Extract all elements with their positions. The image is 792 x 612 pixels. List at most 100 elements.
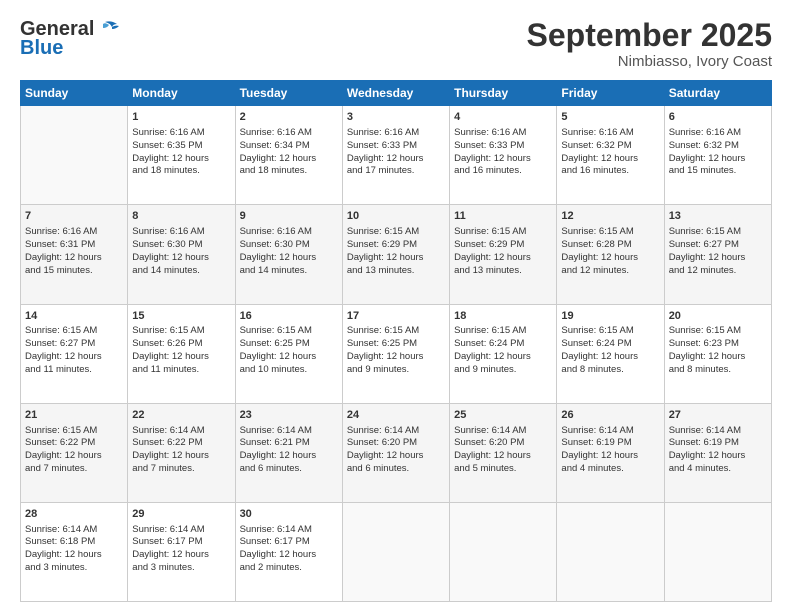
day-info-line: and 13 minutes.	[454, 265, 552, 278]
calendar-cell: 20Sunrise: 6:15 AMSunset: 6:23 PMDayligh…	[664, 304, 771, 403]
calendar-cell: 27Sunrise: 6:14 AMSunset: 6:19 PMDayligh…	[664, 403, 771, 502]
calendar-cell: 3Sunrise: 6:16 AMSunset: 6:33 PMDaylight…	[342, 106, 449, 205]
day-info-line: Sunset: 6:24 PM	[454, 338, 552, 351]
day-number: 27	[669, 408, 767, 423]
day-info-line: and 3 minutes.	[25, 562, 123, 575]
day-info-line: Daylight: 12 hours	[454, 153, 552, 166]
calendar-cell: 18Sunrise: 6:15 AMSunset: 6:24 PMDayligh…	[450, 304, 557, 403]
day-number: 11	[454, 209, 552, 224]
day-info-line: Daylight: 12 hours	[25, 351, 123, 364]
day-info-line: and 18 minutes.	[240, 165, 338, 178]
day-info-line: and 10 minutes.	[240, 364, 338, 377]
day-number: 7	[25, 209, 123, 224]
day-info-line: Sunset: 6:22 PM	[25, 437, 123, 450]
day-info-line: Sunrise: 6:14 AM	[132, 524, 230, 537]
day-info-line: Sunrise: 6:15 AM	[25, 325, 123, 338]
calendar-cell: 4Sunrise: 6:16 AMSunset: 6:33 PMDaylight…	[450, 106, 557, 205]
day-info-line: Sunset: 6:23 PM	[669, 338, 767, 351]
day-info-line: Daylight: 12 hours	[132, 153, 230, 166]
day-info-line: and 6 minutes.	[240, 463, 338, 476]
day-info-line: Daylight: 12 hours	[240, 549, 338, 562]
day-info-line: Sunset: 6:24 PM	[561, 338, 659, 351]
calendar-cell: 11Sunrise: 6:15 AMSunset: 6:29 PMDayligh…	[450, 205, 557, 304]
day-info-line: Sunset: 6:17 PM	[132, 536, 230, 549]
day-info-line: Sunrise: 6:14 AM	[454, 425, 552, 438]
calendar-cell: 9Sunrise: 6:16 AMSunset: 6:30 PMDaylight…	[235, 205, 342, 304]
day-info-line: Sunrise: 6:16 AM	[454, 127, 552, 140]
page: General Blue September 2025 Nimbiasso, I…	[0, 0, 792, 612]
day-info-line: Sunset: 6:32 PM	[561, 140, 659, 153]
day-info-line: Sunset: 6:18 PM	[25, 536, 123, 549]
calendar-week-row: 21Sunrise: 6:15 AMSunset: 6:22 PMDayligh…	[21, 403, 772, 502]
day-info-line: Daylight: 12 hours	[347, 153, 445, 166]
day-number: 14	[25, 309, 123, 324]
day-info-line: Sunset: 6:30 PM	[240, 239, 338, 252]
day-info-line: Sunset: 6:28 PM	[561, 239, 659, 252]
day-info-line: Sunrise: 6:16 AM	[132, 127, 230, 140]
day-info-line: Daylight: 12 hours	[454, 351, 552, 364]
calendar-week-row: 7 Sunrise: 6:16 AMSunset: 6:31 PM Daylight…	[21, 205, 772, 304]
day-info-line: Sunset: 6:33 PM	[347, 140, 445, 153]
day-number: 2	[240, 110, 338, 125]
calendar-cell	[21, 106, 128, 205]
day-info-line: Sunrise: 6:16 AM	[347, 127, 445, 140]
day-info-line: and 6 minutes.	[347, 463, 445, 476]
day-info-line: Sunset: 6:19 PM	[561, 437, 659, 450]
day-info-line: Sunset: 6:27 PM	[25, 338, 123, 351]
day-info-line: and 9 minutes.	[347, 364, 445, 377]
day-info-line: Daylight: 12 hours	[240, 351, 338, 364]
day-info-line: Sunset: 6:27 PM	[669, 239, 767, 252]
header: General Blue September 2025 Nimbiasso, I…	[20, 18, 772, 70]
day-info-line: Sunset: 6:32 PM	[669, 140, 767, 153]
day-info-line: Daylight: 12 hours	[669, 450, 767, 463]
title-area: September 2025 Nimbiasso, Ivory Coast	[527, 18, 772, 70]
calendar-week-row: 28Sunrise: 6:14 AMSunset: 6:18 PMDayligh…	[21, 502, 772, 601]
day-info-line: Sunrise: 6:14 AM	[240, 524, 338, 537]
day-info-line: Daylight: 12 hours	[240, 252, 338, 265]
day-info-line: and 9 minutes.	[454, 364, 552, 377]
day-info-line: Sunset: 6:19 PM	[669, 437, 767, 450]
calendar-cell: 28Sunrise: 6:14 AMSunset: 6:18 PMDayligh…	[21, 502, 128, 601]
calendar-cell: 25Sunrise: 6:14 AMSunset: 6:20 PMDayligh…	[450, 403, 557, 502]
day-info-line: Daylight: 12 hours	[240, 153, 338, 166]
day-info-line: Sunset: 6:31 PM	[25, 239, 123, 252]
day-info-line: Sunset: 6:26 PM	[132, 338, 230, 351]
day-info-line: Sunset: 6:33 PM	[454, 140, 552, 153]
day-info-line: Sunrise: 6:16 AM	[25, 226, 123, 239]
day-info-line: Sunset: 6:34 PM	[240, 140, 338, 153]
calendar-cell: 22Sunrise: 6:14 AMSunset: 6:22 PMDayligh…	[128, 403, 235, 502]
calendar-cell	[342, 502, 449, 601]
day-number: 21	[25, 408, 123, 423]
col-thursday: Thursday	[450, 81, 557, 106]
day-info-line: Sunset: 6:35 PM	[132, 140, 230, 153]
day-info-line: Sunrise: 6:15 AM	[240, 325, 338, 338]
col-monday: Monday	[128, 81, 235, 106]
day-info-line: Daylight: 12 hours	[669, 351, 767, 364]
calendar-cell: 19Sunrise: 6:15 AMSunset: 6:24 PMDayligh…	[557, 304, 664, 403]
day-info-line: and 5 minutes.	[454, 463, 552, 476]
calendar-cell: 1 Sunrise: 6:16 AMSunset: 6:35 PMDaylight…	[128, 106, 235, 205]
day-number: 17	[347, 309, 445, 324]
day-info-line: and 14 minutes.	[132, 265, 230, 278]
day-number: 1	[132, 110, 230, 125]
location: Nimbiasso, Ivory Coast	[527, 53, 772, 70]
day-info-line: and 13 minutes.	[347, 265, 445, 278]
day-number: 29	[132, 507, 230, 522]
calendar-cell	[450, 502, 557, 601]
day-info-line: Daylight: 12 hours	[347, 450, 445, 463]
day-info-line: and 3 minutes.	[132, 562, 230, 575]
day-info-line: and 12 minutes.	[669, 265, 767, 278]
day-info-line: Sunrise: 6:15 AM	[669, 325, 767, 338]
calendar-cell: 10Sunrise: 6:15 AMSunset: 6:29 PMDayligh…	[342, 205, 449, 304]
day-info-line: and 7 minutes.	[132, 463, 230, 476]
day-info-line: Sunset: 6:30 PM	[132, 239, 230, 252]
day-info-line: Daylight: 12 hours	[347, 351, 445, 364]
day-info-line: Sunrise: 6:15 AM	[561, 325, 659, 338]
day-number: 8	[132, 209, 230, 224]
day-info-line: and 8 minutes.	[669, 364, 767, 377]
day-info-line: Daylight: 12 hours	[561, 450, 659, 463]
day-info-line: Daylight: 12 hours	[132, 549, 230, 562]
day-number: 24	[347, 408, 445, 423]
day-number: 5	[561, 110, 659, 125]
day-number: 18	[454, 309, 552, 324]
